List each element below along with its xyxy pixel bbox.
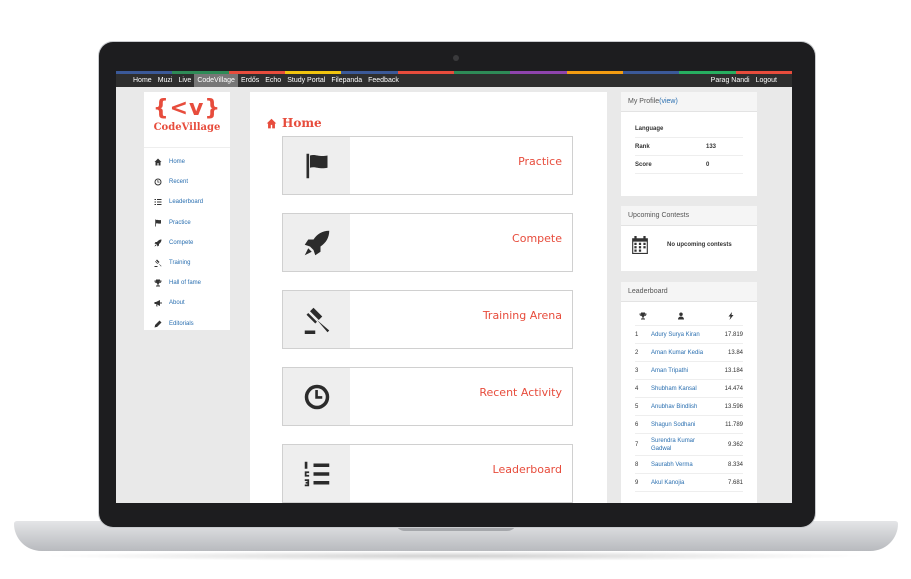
profile-view-link[interactable]: (view) <box>659 98 678 105</box>
sidebar-item-label: Recent <box>169 179 189 186</box>
card-label: Recent Activity <box>479 386 562 399</box>
sidebar-item-editorials[interactable]: Editorials <box>144 314 230 334</box>
user-area: Parag Nandi Logout <box>708 74 792 87</box>
gavel-icon <box>304 307 329 334</box>
sidebar-item-label: Leaderboard <box>169 199 204 206</box>
bolt-icon <box>728 311 734 320</box>
sidebar-item-practice[interactable]: Practice <box>144 213 230 233</box>
clock-icon <box>154 178 162 186</box>
user-name-link[interactable]: Parag Nandi <box>708 74 753 87</box>
list-icon <box>154 199 162 206</box>
upcoming-contests-panel: Upcoming Contests No upcoming contests <box>621 206 757 271</box>
sidebar-item-leaderboard[interactable]: Leaderboard <box>144 192 230 212</box>
flag-icon <box>155 219 161 227</box>
nav-filepanda[interactable]: Filepanda <box>328 74 365 87</box>
leaderboard-row: 7 Surendra Kumar Gadwal 9.362 <box>635 434 743 456</box>
nav-live[interactable]: Live <box>175 74 194 87</box>
screen: Home Muzi Live CodeVillage Erdős Echo St… <box>116 71 792 503</box>
leaderboard-row: 9 Akul Kanojia 7.681 <box>635 474 743 492</box>
card-label: Leaderboard <box>492 463 562 476</box>
leaderboard-row: 3 Aman Tripathi 13.184 <box>635 362 743 380</box>
rocket-icon <box>154 239 162 247</box>
sidebar-item-about[interactable]: About <box>144 293 230 313</box>
sidebar-item-training[interactable]: Training <box>144 253 230 273</box>
sidebar-item-label: Compete <box>169 239 194 246</box>
laptop-shadow <box>40 551 870 561</box>
leaderboard-row: 4 Shubham Kansal 14.474 <box>635 380 743 398</box>
color-strip-segment <box>453 71 511 74</box>
card-recent-activity[interactable]: Recent Activity <box>282 367 573 426</box>
profile-panel: My Profile(view) Language Rank 133 Score… <box>621 92 757 196</box>
card-practice[interactable]: Practice <box>282 136 573 195</box>
card-label: Compete <box>512 232 562 245</box>
leaderboard-head <box>635 306 743 326</box>
sidebar: {<v} CodeVillage Home Recent Leaderboard… <box>144 92 230 330</box>
profile-row-language: Language <box>635 120 743 138</box>
page-title-text: Home <box>282 116 322 130</box>
sidebar-item-label: Home <box>169 159 186 166</box>
contests-header: Upcoming Contests <box>621 206 757 226</box>
leaderboard-header: Leaderboard <box>621 282 757 302</box>
card-training-arena[interactable]: Training Arena <box>282 290 573 349</box>
ordered-list-icon <box>304 461 329 486</box>
sidebar-item-label: About <box>169 300 185 307</box>
nav-echo[interactable]: Echo <box>262 74 284 87</box>
leaderboard-row: 1 Adury Surya Kiran 17.819 <box>635 326 743 344</box>
top-nav: Home Muzi Live CodeVillage Erdős Echo St… <box>116 74 792 87</box>
gavel-icon <box>154 259 162 268</box>
color-strip-segment <box>510 71 567 74</box>
color-strip-segment <box>622 71 680 74</box>
megaphone-icon <box>154 300 162 307</box>
pencil-icon <box>154 320 162 328</box>
trophy-icon <box>639 312 647 319</box>
logo-text: CodeVillage <box>153 122 221 133</box>
card-label: Practice <box>518 155 562 168</box>
nav-muzi[interactable]: Muzi <box>155 74 176 87</box>
color-strip-segment <box>397 71 454 74</box>
nav-erdos[interactable]: Erdős <box>238 74 262 87</box>
sidebar-item-label: Hall of fame <box>169 280 202 287</box>
leaderboard-panel: Leaderboard 1 Adury Surya Kiran 17.819 2 Am… <box>621 282 757 503</box>
nav-codevillage[interactable]: CodeVillage <box>194 74 238 87</box>
nav-home[interactable]: Home <box>130 74 155 87</box>
leaderboard-row: 8 Saurabh Verma 8.334 <box>635 456 743 474</box>
side-menu: Home Recent Leaderboard Practice Compete… <box>144 147 230 334</box>
sidebar-item-home[interactable]: Home <box>144 152 230 172</box>
main-content: Home Practice Compete Training Arena Rec <box>250 92 607 503</box>
user-icon <box>678 312 684 319</box>
camera-icon <box>453 55 459 61</box>
sidebar-item-label: Editorials <box>169 320 194 327</box>
calendar-icon <box>632 236 648 254</box>
trophy-icon <box>154 279 162 287</box>
sidebar-item-recent[interactable]: Recent <box>144 172 230 192</box>
leaderboard-row: 2 Aman Kumar Kedia 13.84 <box>635 344 743 362</box>
clock-icon <box>304 384 329 409</box>
profile-row-score: Score 0 <box>635 156 743 174</box>
no-contests-text: No upcoming contests <box>667 242 732 248</box>
card-leaderboard[interactable]: Leaderboard <box>282 444 573 503</box>
flag-icon <box>306 153 327 178</box>
profile-header: My Profile(view) <box>621 92 757 112</box>
nav-study-portal[interactable]: Study Portal <box>284 74 328 87</box>
profile-row-rank: Rank 133 <box>635 138 743 156</box>
leaderboard-list: 1 Adury Surya Kiran 17.819 2 Aman Kumar Ked… <box>621 326 757 492</box>
leaderboard-row: 5 Anubhav Bindlish 13.596 <box>635 398 743 416</box>
leaderboard-row: 6 Shagun Sodhani 11.789 <box>635 416 743 434</box>
rocket-icon <box>304 230 329 255</box>
color-strip-segment <box>566 71 623 74</box>
sidebar-item-hall-of-fame[interactable]: Hall of fame <box>144 273 230 293</box>
sidebar-item-label: Training <box>169 260 191 267</box>
sidebar-item-compete[interactable]: Compete <box>144 233 230 253</box>
logo[interactable]: {<v} CodeVillage <box>144 92 230 134</box>
card-label: Training Arena <box>482 309 562 322</box>
logo-mark: {<v} <box>152 96 222 121</box>
sidebar-item-label: Practice <box>169 219 191 226</box>
logout-link[interactable]: Logout <box>753 74 780 87</box>
home-icon <box>154 158 162 166</box>
home-icon <box>266 118 277 128</box>
nav-feedback[interactable]: Feedback <box>365 74 402 87</box>
card-compete[interactable]: Compete <box>282 213 573 272</box>
profile-title: My Profile <box>628 98 660 105</box>
page-title: Home <box>266 116 322 130</box>
